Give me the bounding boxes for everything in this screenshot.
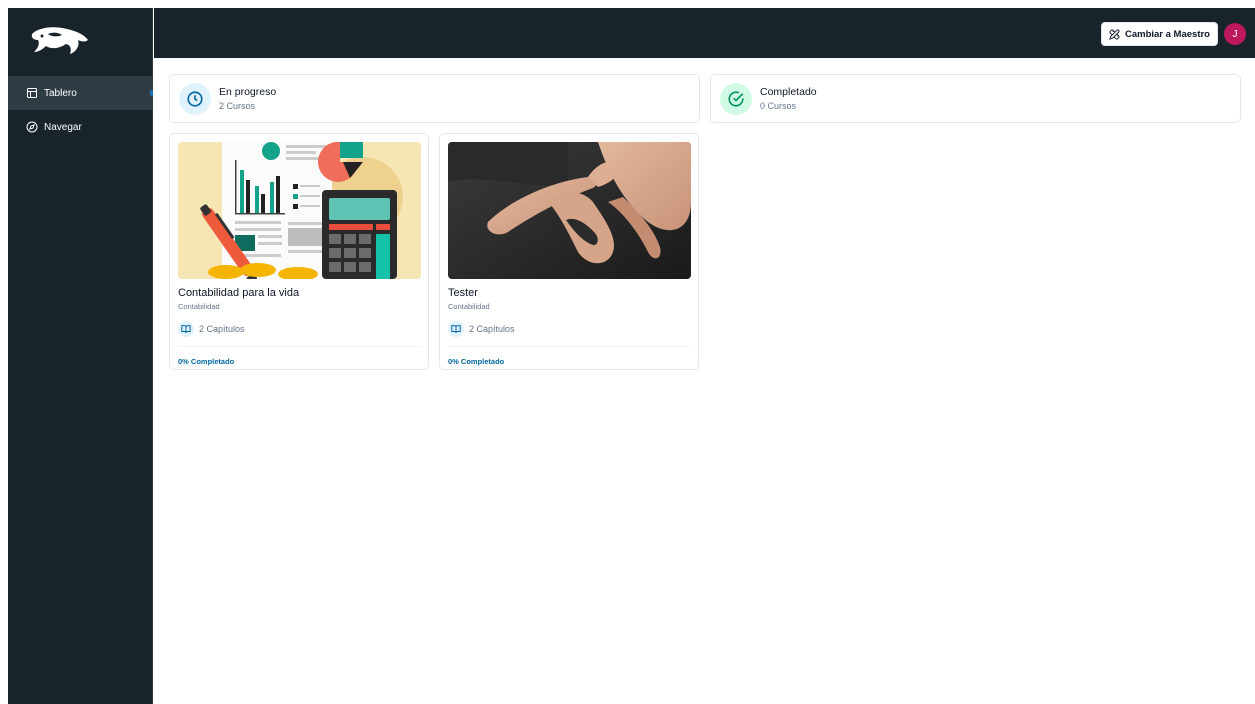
avatar-initial: J: [1232, 28, 1238, 40]
accounting-illustration: [178, 142, 421, 279]
course-progress: 0% Completado: [448, 346, 690, 366]
course-progress: 0% Completado: [178, 346, 420, 366]
compass-icon: [26, 121, 38, 133]
chapter-count: 2 Capítulos: [199, 324, 245, 334]
switch-to-teacher-button[interactable]: Cambiar a Maestro: [1100, 22, 1218, 46]
course-category: Contabilidad: [448, 302, 490, 311]
sidebar-item-label: Tablero: [44, 87, 77, 99]
book-open-icon: [448, 321, 464, 337]
orca-logo[interactable]: [26, 18, 92, 60]
course-chapters: 2 Capítulos: [448, 321, 690, 337]
completed-card: Completado 0 Cursos: [710, 74, 1241, 123]
hand-photo: [448, 142, 691, 279]
sidebar: Tablero Navegar: [8, 8, 153, 704]
in-progress-count: 2 Cursos: [219, 101, 256, 111]
app-frame: Tablero Navegar Cambiar a Maestro J En p…: [8, 8, 1255, 704]
course-chapters: 2 Capítulos: [178, 321, 420, 337]
check-circle-icon: [720, 82, 752, 115]
completed-count: 0 Cursos: [760, 101, 797, 111]
switch-button-label: Cambiar a Maestro: [1124, 28, 1210, 40]
completed-title: Completado: [760, 86, 817, 98]
chapter-count: 2 Capítulos: [469, 324, 515, 334]
book-open-icon: [178, 321, 194, 337]
course-title[interactable]: Contabilidad para la vida: [178, 287, 420, 299]
user-avatar[interactable]: J: [1224, 23, 1246, 45]
course-card[interactable]: Contabilidad para la vida Contabilidad 2…: [169, 133, 429, 370]
top-bar: Cambiar a Maestro J: [154, 8, 1255, 58]
sidebar-item-tablero[interactable]: Tablero: [8, 76, 153, 110]
course-card[interactable]: Tester Contabilidad 2 Capítulos 0% Compl…: [439, 133, 699, 370]
in-progress-card: En progreso 2 Cursos: [169, 74, 700, 123]
sidebar-item-label: Navegar: [44, 121, 82, 133]
in-progress-title: En progreso: [219, 86, 277, 98]
sidebar-item-navegar[interactable]: Navegar: [8, 110, 153, 144]
layout-icon: [27, 88, 37, 98]
clock-icon: [179, 82, 211, 115]
course-category: Contabilidad: [178, 302, 220, 311]
pencil-ruler-icon: [1109, 28, 1120, 40]
sidebar-nav: Tablero Navegar: [8, 76, 153, 144]
course-title[interactable]: Tester: [448, 287, 690, 299]
